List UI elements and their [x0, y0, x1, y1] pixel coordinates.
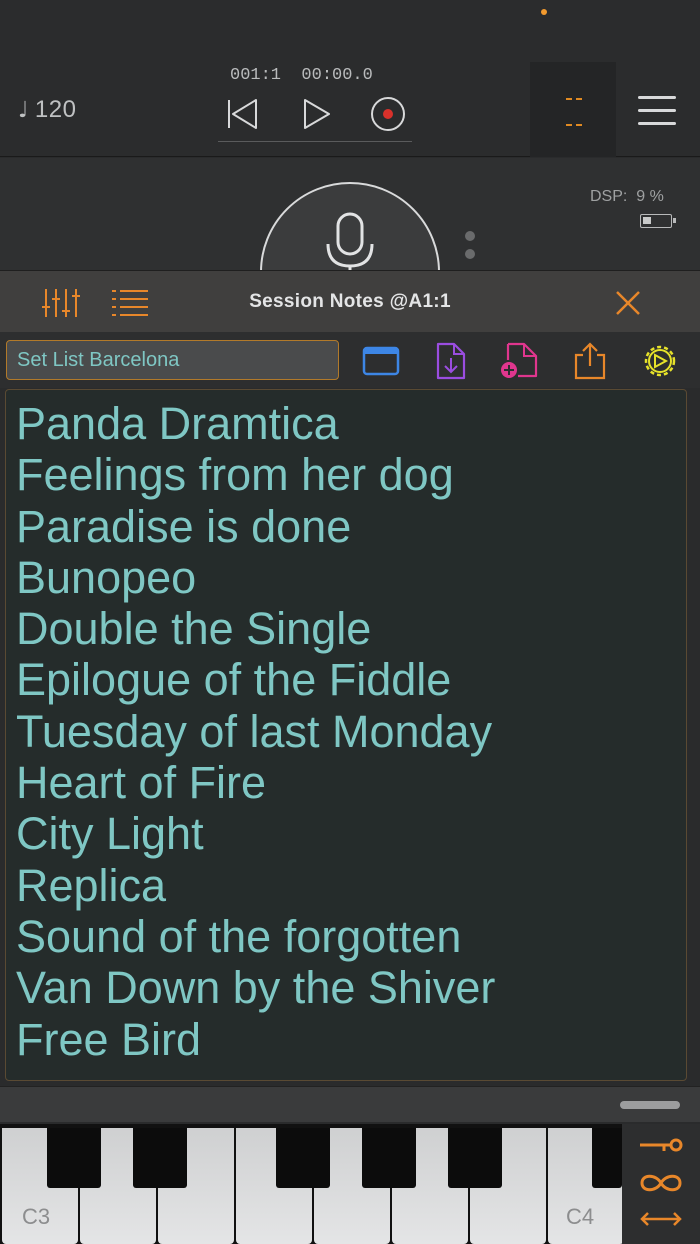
panel-resize-strip	[0, 1086, 700, 1122]
note-line: Sound of the forgotten	[16, 910, 462, 962]
settings-button[interactable]	[638, 342, 678, 380]
hamburger-menu-icon	[638, 96, 676, 99]
note-line: Paradise is done	[16, 500, 352, 552]
recorder-area: DSP: 9 %	[0, 158, 700, 362]
close-button[interactable]	[614, 289, 642, 317]
piano-key-a-sharp3[interactable]	[448, 1128, 502, 1188]
tempo-value: 120	[34, 96, 77, 123]
battery-icon	[640, 214, 676, 228]
record-icon	[371, 96, 405, 131]
share-button[interactable]	[572, 342, 612, 380]
note-line: Heart of Fire	[16, 757, 267, 809]
range-arrows-icon	[640, 1212, 682, 1226]
note-line: Feelings from her dog	[16, 449, 454, 501]
note-line: Free Bird	[16, 1013, 202, 1065]
note-line: Replica	[16, 859, 167, 911]
window-icon	[362, 346, 400, 376]
import-file-icon	[436, 342, 466, 380]
piano-key-d-sharp3[interactable]	[133, 1128, 187, 1188]
key-icon	[640, 1138, 683, 1152]
loop-button[interactable]	[638, 1168, 684, 1198]
piano-key-c-sharp3[interactable]	[47, 1128, 101, 1188]
import-file-button[interactable]	[432, 342, 472, 380]
input-led	[465, 249, 475, 259]
battery-level	[643, 217, 651, 224]
key-label-c4: C4	[566, 1204, 595, 1229]
input-led	[465, 231, 475, 241]
rewind-button[interactable]	[218, 86, 266, 142]
piano-keyboard: C3 C4	[0, 1124, 624, 1244]
meter-left-icon	[566, 98, 582, 100]
play-icon	[304, 98, 330, 129]
piano-key-g-sharp3[interactable]	[362, 1128, 416, 1188]
rewind-icon	[228, 98, 257, 129]
notes-panel-header: Session Notes @A1:1	[0, 270, 700, 332]
note-line: Van Down by the Shiver	[16, 962, 496, 1014]
hamburger-line	[638, 122, 676, 125]
note-line: Tuesday of last Monday	[16, 705, 493, 757]
close-icon	[616, 291, 640, 315]
notes-text-area[interactable]: Panda Dramtica Feelings from her dog Par…	[5, 389, 687, 1081]
settings-gear-icon	[644, 345, 676, 377]
position-counter: 001:1 00:00.0	[230, 66, 373, 85]
note-line: Bunopeo	[16, 551, 197, 603]
new-file-icon	[501, 342, 538, 378]
record-button[interactable]	[364, 86, 412, 142]
level-meter[interactable]	[530, 62, 616, 157]
piano-key-f-sharp3[interactable]	[276, 1128, 330, 1188]
resize-handle[interactable]	[620, 1101, 680, 1109]
key-button[interactable]	[638, 1130, 684, 1160]
time-position: 00:00.0	[301, 66, 373, 85]
panel-title: Session Notes @A1:1	[249, 291, 451, 312]
notes-toolbar	[0, 332, 700, 388]
play-button[interactable]	[266, 86, 364, 142]
dsp-load-label: DSP: 9 %	[590, 188, 664, 205]
transport-bar: ♩ 120 001:1 00:00.0	[0, 0, 700, 157]
note-line: Panda Dramtica	[16, 398, 339, 449]
bar-position: 001:1	[230, 66, 282, 85]
note-line: Double the Single	[16, 603, 372, 655]
new-file-button[interactable]	[498, 342, 538, 380]
keyboard-side-controls	[622, 1124, 700, 1244]
piano-key-c-sharp4[interactable]	[592, 1128, 622, 1188]
share-icon	[574, 342, 606, 380]
note-name-input[interactable]	[6, 340, 339, 380]
tempo-display[interactable]: ♩ 120	[18, 96, 76, 124]
tempo-note-icon: ♩	[18, 98, 29, 123]
status-indicator	[541, 9, 547, 15]
infinity-icon	[640, 1174, 682, 1192]
note-line: Epilogue of the Fiddle	[16, 654, 452, 706]
hamburger-line	[638, 109, 676, 112]
menu-button[interactable]	[638, 96, 676, 128]
key-label-c3: C3	[22, 1204, 51, 1229]
meter-right-icon	[566, 124, 582, 126]
note-line: City Light	[16, 808, 204, 860]
window-button[interactable]	[362, 342, 402, 380]
range-button[interactable]	[638, 1204, 684, 1234]
